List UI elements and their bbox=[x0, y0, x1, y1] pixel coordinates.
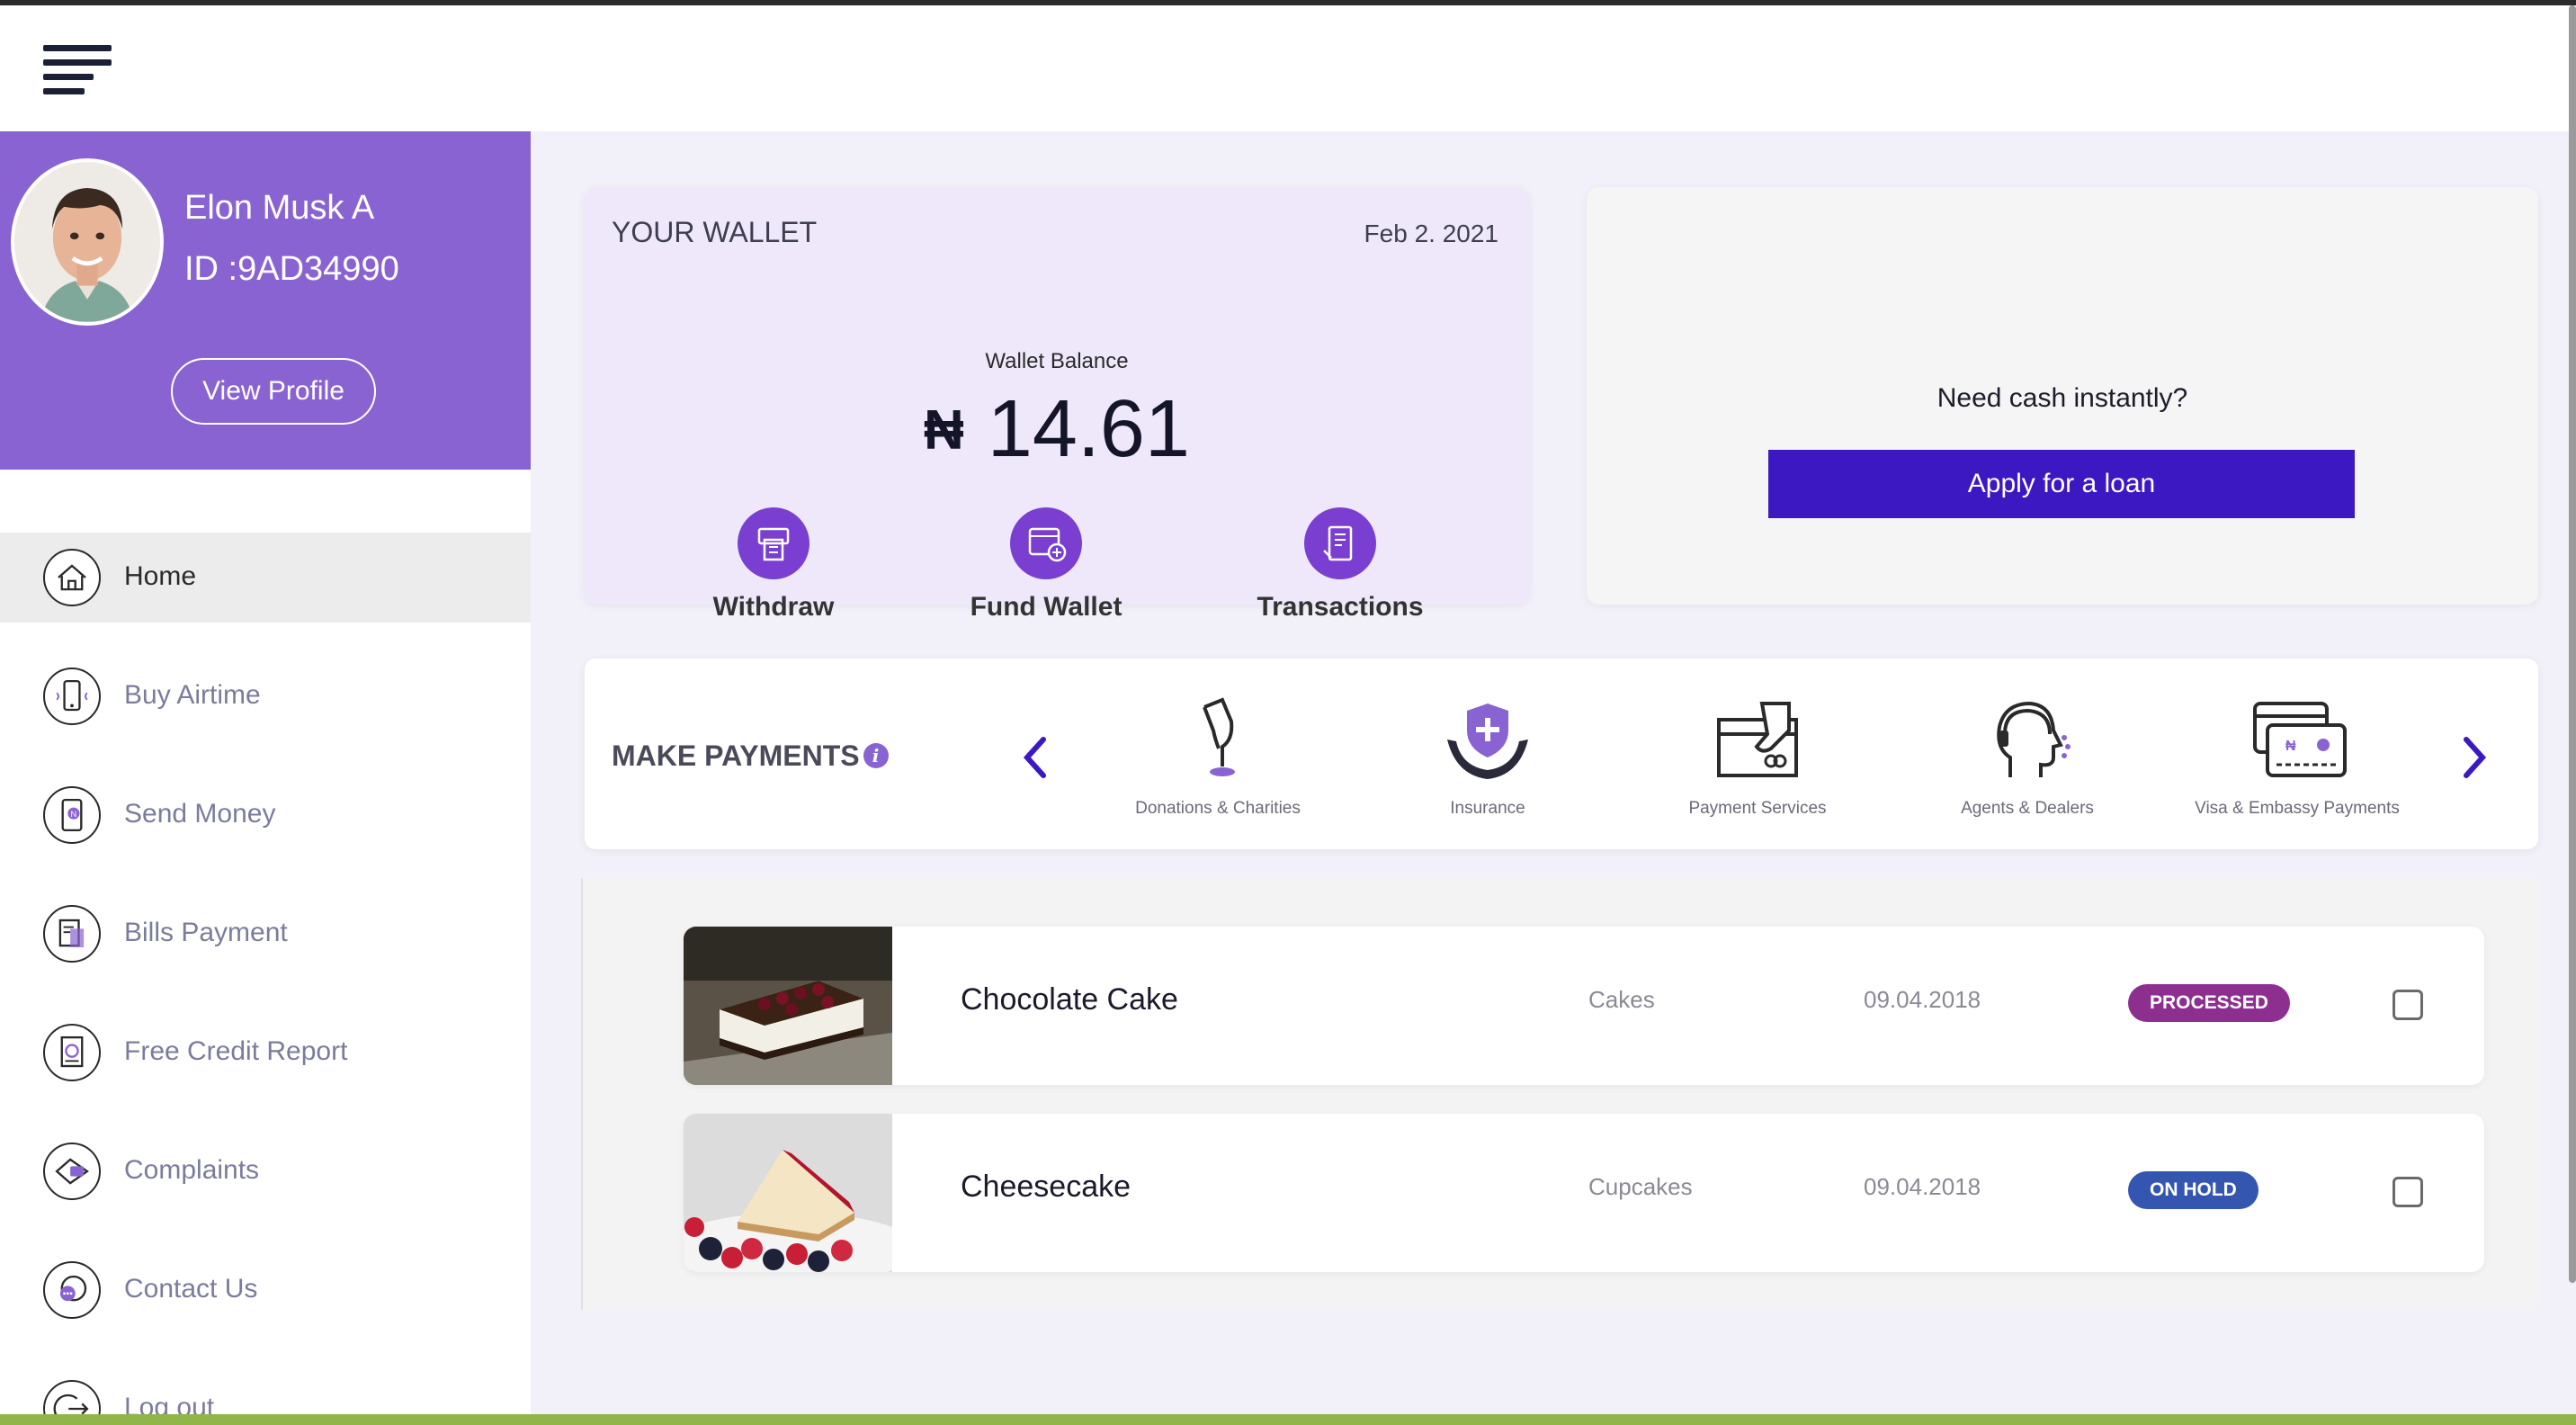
phone-icon bbox=[43, 668, 101, 725]
info-icon[interactable]: i bbox=[863, 743, 889, 768]
wallet-card: YOUR WALLET Feb 2. 2021 Wallet Balance ₦… bbox=[585, 187, 1529, 622]
table-row[interactable]: Cheesecake Cupcakes 09.04.2018 ON HOLD bbox=[684, 1114, 2484, 1272]
wallet-title: YOUR WALLET bbox=[612, 216, 818, 248]
payment-payment-services[interactable]: Payment Services bbox=[1650, 695, 1865, 819]
user-name: Elon Musk A bbox=[184, 189, 375, 227]
cheesecake-image bbox=[684, 1114, 892, 1272]
order-name: Cheesecake bbox=[961, 1170, 1131, 1204]
make-payments-panel: MAKE PAYMENTS i Donations & Charities Ins… bbox=[585, 659, 2538, 849]
table-row[interactable]: Chocolate Cake Cakes 09.04.2018 PROCESSE… bbox=[684, 927, 2484, 1085]
order-date: 09.04.2018 bbox=[1864, 1173, 1981, 1200]
send-money-icon: N bbox=[43, 786, 101, 844]
payment-label: Payment Services bbox=[1688, 799, 1827, 818]
orders-list: Chocolate Cake Cakes 09.04.2018 PROCESSE… bbox=[581, 878, 2538, 1310]
transactions-button[interactable]: Transactions bbox=[1246, 507, 1435, 623]
top-bar bbox=[0, 5, 2569, 131]
payment-agents-dealers[interactable]: Agents & Dealers bbox=[1919, 695, 2135, 819]
payment-visa-embassy[interactable]: ₦ Visa & Embassy Payments bbox=[2189, 695, 2405, 819]
wallet-balance-label: Wallet Balance bbox=[985, 349, 1129, 373]
profile-card: Elon Musk A ID :9AD34990 View Profile bbox=[0, 131, 531, 470]
svg-text:₦: ₦ bbox=[2285, 739, 2296, 754]
payment-label: Agents & Dealers bbox=[1961, 799, 2094, 818]
chocolate-cake-image bbox=[684, 927, 892, 1085]
sidebar-item-label: Contact Us bbox=[124, 1274, 258, 1304]
fund-wallet-button[interactable]: Fund Wallet bbox=[956, 507, 1136, 623]
loan-card: Need cash instantly? Apply for a loan bbox=[1587, 187, 2538, 605]
bill-icon bbox=[43, 905, 101, 963]
payment-insurance[interactable]: Insurance bbox=[1380, 695, 1596, 819]
status-badge: PROCESSED bbox=[2128, 984, 2290, 1022]
page-scrollbar[interactable] bbox=[2569, 5, 2576, 1283]
view-profile-button[interactable]: View Profile bbox=[171, 358, 376, 425]
loan-prompt: Need cash instantly? bbox=[1936, 383, 2188, 413]
main-content: YOUR WALLET Feb 2. 2021 Wallet Balance ₦… bbox=[531, 131, 2569, 1425]
sidebar: Elon Musk A ID :9AD34990 View Profile Ho… bbox=[0, 131, 531, 1418]
credit-report-icon bbox=[43, 1024, 101, 1081]
order-category: Cupcakes bbox=[1588, 1173, 1693, 1200]
transactions-icon bbox=[1304, 507, 1376, 579]
sidebar-item-contact-us[interactable]: Contact Us bbox=[0, 1245, 531, 1335]
sidebar-item-send-money[interactable]: N Send Money bbox=[0, 770, 531, 860]
sidebar-item-label: Home bbox=[124, 561, 197, 591]
sidebar-item-label: Complaints bbox=[124, 1155, 260, 1185]
payment-services-icon bbox=[1708, 695, 1807, 784]
sidebar-item-home[interactable]: Home bbox=[0, 533, 531, 623]
naira-currency-symbol: ₦ bbox=[923, 399, 964, 462]
visa-card-icon: ₦ bbox=[2248, 695, 2347, 784]
make-payments-label: MAKE PAYMENTS bbox=[612, 739, 860, 772]
sidebar-item-free-credit-report[interactable]: Free Credit Report bbox=[0, 1008, 531, 1098]
sidebar-item-bills-payment[interactable]: Bills Payment bbox=[0, 889, 531, 979]
order-date: 09.04.2018 bbox=[1864, 986, 1981, 1013]
make-payments-title: MAKE PAYMENTS i bbox=[612, 739, 889, 773]
wallet-balance: ₦ 14.61 bbox=[585, 383, 1529, 476]
row-checkbox[interactable] bbox=[2393, 990, 2423, 1020]
next-arrow-icon[interactable] bbox=[2455, 730, 2495, 784]
user-id: ID :9AD34990 bbox=[184, 250, 399, 288]
sidebar-item-log-out[interactable]: Log out bbox=[0, 1364, 531, 1418]
fund-wallet-icon bbox=[1010, 507, 1082, 579]
wallet-balance-amount: 14.61 bbox=[987, 384, 1190, 474]
sidebar-item-complaints[interactable]: Complaints bbox=[0, 1126, 531, 1216]
svg-text:N: N bbox=[70, 810, 76, 819]
home-icon bbox=[43, 549, 101, 606]
atm-withdraw-icon bbox=[738, 507, 809, 579]
sidebar-item-buy-airtime[interactable]: Buy Airtime bbox=[0, 651, 531, 741]
logout-icon bbox=[43, 1380, 101, 1418]
apply-loan-button[interactable]: Apply for a loan bbox=[1768, 450, 2355, 518]
prev-arrow-icon[interactable] bbox=[1015, 730, 1054, 784]
sidebar-item-label: Send Money bbox=[124, 799, 276, 829]
payment-donations-charities[interactable]: Donations & Charities bbox=[1110, 695, 1326, 819]
bottom-border bbox=[0, 1414, 2576, 1425]
wallet-date: Feb 2. 2021 bbox=[1364, 220, 1498, 247]
sidebar-item-label: Buy Airtime bbox=[124, 680, 261, 710]
withdraw-label: Withdraw bbox=[712, 592, 835, 622]
transactions-label: Transactions bbox=[1257, 592, 1424, 622]
avatar bbox=[11, 158, 164, 326]
chat-icon bbox=[43, 1261, 101, 1319]
hamburger-menu-icon[interactable] bbox=[43, 45, 112, 97]
donation-icon bbox=[1168, 695, 1267, 784]
withdraw-button[interactable]: Withdraw bbox=[697, 507, 850, 623]
agent-icon bbox=[1978, 695, 2077, 784]
payment-label: Visa & Embassy Payments bbox=[2195, 799, 2400, 818]
order-category: Cakes bbox=[1588, 986, 1655, 1013]
status-badge: ON HOLD bbox=[2128, 1171, 2258, 1209]
order-name: Chocolate Cake bbox=[961, 982, 1178, 1017]
complaints-icon bbox=[43, 1143, 101, 1200]
fund-wallet-label: Fund Wallet bbox=[970, 592, 1123, 622]
payment-label: Insurance bbox=[1450, 799, 1525, 818]
payment-label: Donations & Charities bbox=[1135, 799, 1301, 818]
sidebar-item-label: Bills Payment bbox=[124, 918, 288, 947]
row-checkbox[interactable] bbox=[2393, 1177, 2423, 1207]
insurance-icon bbox=[1438, 695, 1537, 784]
sidebar-item-label: Free Credit Report bbox=[124, 1036, 348, 1066]
